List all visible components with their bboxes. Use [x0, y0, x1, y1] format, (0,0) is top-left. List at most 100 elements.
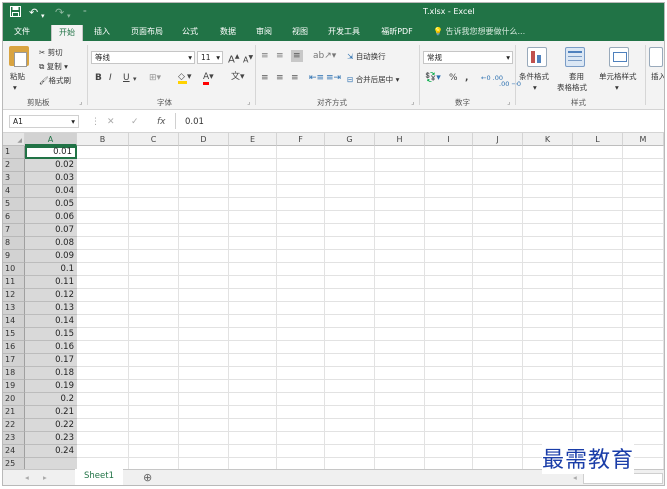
formula-input[interactable]: 0.01 — [185, 117, 204, 127]
paste-dropdown-icon[interactable]: ▾ — [13, 83, 17, 92]
row-header-14[interactable]: 14 — [3, 315, 25, 328]
number-launcher-icon[interactable]: ⌟ — [507, 97, 511, 106]
row-header-11[interactable]: 11 — [3, 276, 25, 289]
undo-dropdown-icon[interactable]: ▾ — [41, 9, 45, 23]
format-as-table-button[interactable]: 表格格式 — [557, 82, 587, 93]
conditional-dropdown-icon[interactable]: ▾ — [533, 83, 537, 92]
percent-button[interactable]: % — [449, 73, 458, 83]
enter-icon[interactable]: ✓ — [131, 117, 139, 127]
h-scroll-left-icon[interactable]: ◂ — [573, 473, 577, 482]
cell-a11[interactable]: 0.11 — [25, 276, 77, 289]
column-header-e[interactable]: E — [229, 133, 277, 146]
undo-icon[interactable]: ↶ — [29, 6, 38, 20]
column-header-f[interactable]: F — [277, 133, 325, 146]
column-header-g[interactable]: G — [325, 133, 375, 146]
cell-a22[interactable]: 0.22 — [25, 419, 77, 432]
cancel-icon[interactable]: ✕ — [107, 117, 115, 127]
row-header-13[interactable]: 13 — [3, 302, 25, 315]
italic-button[interactable]: I — [109, 73, 112, 83]
add-sheet-icon[interactable]: ⊕ — [143, 471, 152, 484]
underline-dropdown-icon[interactable]: ▾ — [133, 74, 137, 84]
horizontal-scrollbar[interactable] — [583, 473, 663, 484]
font-color-icon[interactable]: A▾ — [203, 72, 214, 85]
cell-a19[interactable]: 0.19 — [25, 380, 77, 393]
tab-data[interactable]: 数据 — [213, 23, 243, 41]
row-header-12[interactable]: 12 — [3, 289, 25, 302]
tab-developer[interactable]: 开发工具 — [321, 23, 367, 41]
underline-button[interactable]: U — [123, 73, 130, 83]
increase-indent-icon[interactable]: ≡⇥ — [326, 73, 341, 83]
cell-styles-icon[interactable] — [609, 47, 629, 67]
tab-file[interactable]: 文件 — [9, 23, 35, 41]
row-header-16[interactable]: 16 — [3, 341, 25, 354]
font-size-select[interactable]: 11 ▾ — [197, 51, 223, 64]
column-header-m[interactable]: M — [623, 133, 664, 146]
column-header-h[interactable]: H — [375, 133, 425, 146]
decrease-indent-icon[interactable]: ⇤≡ — [309, 73, 324, 83]
row-header-3[interactable]: 3 — [3, 172, 25, 185]
clipboard-launcher-icon[interactable]: ⌟ — [79, 97, 83, 106]
column-header-d[interactable]: D — [179, 133, 229, 146]
paste-icon[interactable] — [9, 46, 29, 67]
row-header-23[interactable]: 23 — [3, 432, 25, 445]
select-all-corner[interactable]: ◢ — [3, 133, 25, 146]
format-as-table-icon[interactable] — [565, 47, 585, 67]
font-launcher-icon[interactable]: ⌟ — [247, 97, 251, 106]
row-header-15[interactable]: 15 — [3, 328, 25, 341]
conditional-format-icon[interactable] — [527, 47, 547, 67]
row-header-1[interactable]: 1 — [3, 146, 25, 159]
orientation-icon[interactable]: ab↗▾ — [313, 51, 336, 61]
row-header-17[interactable]: 17 — [3, 354, 25, 367]
copy-button[interactable]: ⧉ 复制 ▾ — [39, 61, 68, 72]
column-header-c[interactable]: C — [129, 133, 179, 146]
tab-review[interactable]: 审阅 — [249, 23, 279, 41]
tell-me-box[interactable]: 💡 告诉我您想要做什么... — [433, 23, 525, 41]
tab-foxit-pdf[interactable]: 福昕PDF — [375, 23, 419, 41]
column-header-k[interactable]: K — [523, 133, 573, 146]
paste-button[interactable]: 粘贴 — [10, 71, 25, 82]
row-header-8[interactable]: 8 — [3, 237, 25, 250]
insert-function-icon[interactable]: fx — [157, 117, 166, 127]
cell-a4[interactable]: 0.04 — [25, 185, 77, 198]
redo-dropdown-icon[interactable]: ▾ — [67, 9, 71, 23]
cell-a20[interactable]: 0.2 — [25, 393, 77, 406]
tab-home[interactable]: 开始 — [51, 25, 83, 41]
insert-cells-button[interactable]: 插入 — [651, 71, 664, 82]
cell-a7[interactable]: 0.07 — [25, 224, 77, 237]
cell-a15[interactable]: 0.15 — [25, 328, 77, 341]
font-name-select[interactable]: 等线 ▾ — [91, 51, 195, 64]
column-header-j[interactable]: J — [473, 133, 523, 146]
row-header-4[interactable]: 4 — [3, 185, 25, 198]
cell-a13[interactable]: 0.13 — [25, 302, 77, 315]
tab-page-layout[interactable]: 页面布局 — [125, 23, 169, 41]
cell-styles-dropdown-icon[interactable]: ▾ — [615, 83, 619, 92]
cell-a14[interactable]: 0.14 — [25, 315, 77, 328]
cell-a9[interactable]: 0.09 — [25, 250, 77, 263]
number-format-select[interactable]: 常规 ▾ — [423, 51, 513, 64]
align-left-icon[interactable]: ≡ — [261, 73, 269, 83]
row-header-24[interactable]: 24 — [3, 445, 25, 458]
decrease-decimal-button[interactable]: .00 →0 — [499, 79, 521, 89]
cell-a18[interactable]: 0.18 — [25, 367, 77, 380]
cell-a8[interactable]: 0.08 — [25, 237, 77, 250]
row-header-6[interactable]: 6 — [3, 211, 25, 224]
cell-a12[interactable]: 0.12 — [25, 289, 77, 302]
row-header-10[interactable]: 10 — [3, 263, 25, 276]
row-header-7[interactable]: 7 — [3, 224, 25, 237]
comma-button[interactable]: , — [465, 73, 468, 83]
fill-color-icon[interactable]: ◇ ▾ — [178, 72, 192, 84]
wrap-text-button[interactable]: ⇲ 自动换行 — [347, 51, 386, 62]
row-header-18[interactable]: 18 — [3, 367, 25, 380]
increase-font-icon[interactable]: A▲ — [228, 52, 239, 65]
worksheet-grid[interactable]: ◢ A B C D E F G H I J K L M 1 0.01 2 0.02 3 0.03 4 0.04 5 0.05… — [3, 133, 664, 469]
insert-cells-icon[interactable] — [649, 47, 663, 67]
save-icon[interactable] — [10, 6, 21, 21]
align-center-icon[interactable]: ≡ — [276, 73, 284, 83]
cell-a5[interactable]: 0.05 — [25, 198, 77, 211]
cell-a2[interactable]: 0.02 — [25, 159, 77, 172]
tab-formulas[interactable]: 公式 — [175, 23, 205, 41]
align-top-icon[interactable]: ≡ — [261, 51, 269, 61]
cell-a16[interactable]: 0.16 — [25, 341, 77, 354]
row-header-9[interactable]: 9 — [3, 250, 25, 263]
row-header-20[interactable]: 20 — [3, 393, 25, 406]
